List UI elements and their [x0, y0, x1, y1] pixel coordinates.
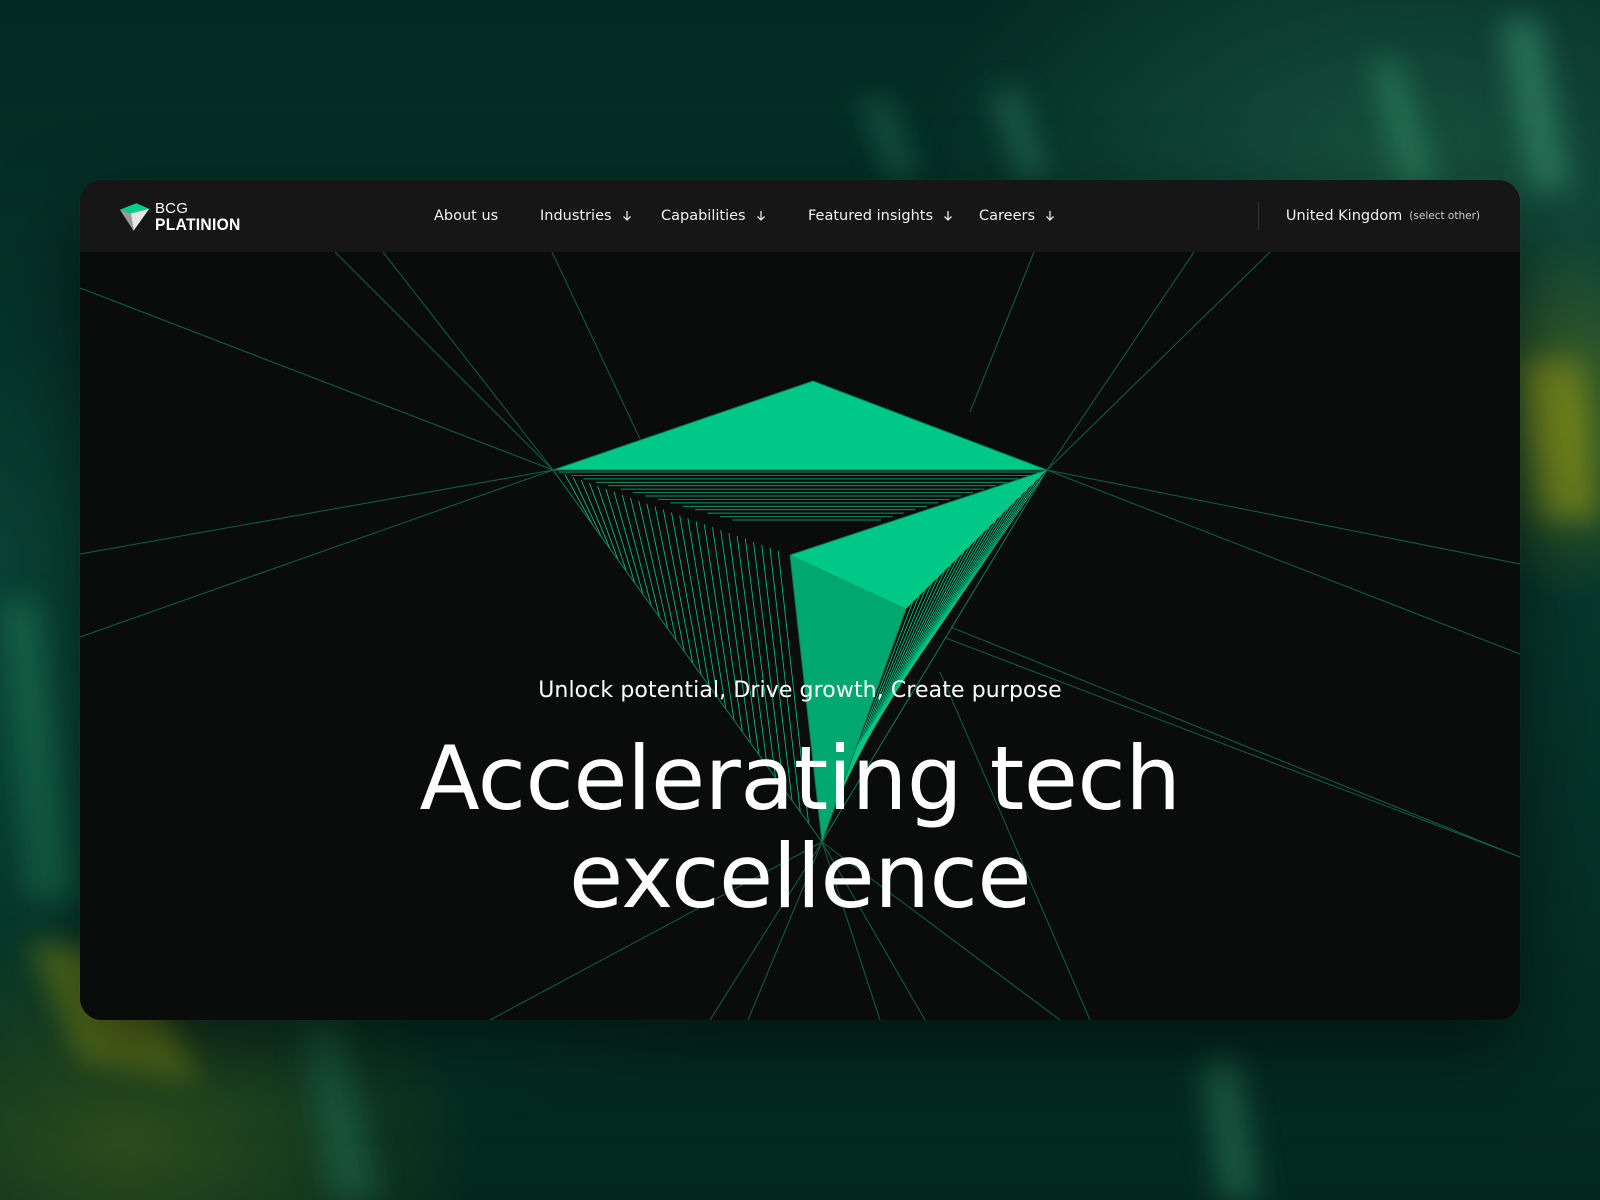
prism-line [334, 252, 554, 471]
arrow-down-icon [1045, 210, 1055, 222]
nav-item-label: Careers [979, 208, 1036, 224]
nav-item-about-us[interactable]: About us [434, 180, 498, 252]
prism-line [1046, 469, 1520, 565]
nav-item-featured-insights[interactable]: Featured insights [808, 180, 953, 252]
hero-title: Accelerating tech excellence [80, 730, 1520, 926]
hero-title-line-1: Accelerating tech [419, 727, 1181, 830]
arrow-down-icon [943, 210, 953, 222]
top-navbar: BCG PLATINION About us Industries Capabi… [80, 180, 1520, 252]
prism-face [553, 381, 1047, 470]
nav-item-label: Capabilities [661, 208, 746, 224]
nav-item-careers[interactable]: Careers [979, 180, 1055, 252]
nav-divider [1258, 202, 1259, 230]
region-name: United Kingdom [1285, 208, 1403, 224]
prism-line [80, 469, 554, 638]
nav-item-industries[interactable]: Industries [540, 180, 632, 252]
hero-subtitle: Unlock potential, Drive growth, Create p… [538, 678, 1062, 703]
nav-item-capabilities[interactable]: Capabilities [661, 180, 766, 252]
nav-item-label: Featured insights [808, 208, 934, 224]
browser-window: BCG PLATINION About us Industries Capabi… [80, 180, 1520, 1020]
hero-section: Unlock potential, Drive growth, Create p… [80, 252, 1520, 1020]
prism-line [80, 469, 554, 555]
hero-title-line-2: excellence [569, 825, 1031, 928]
arrow-down-icon [756, 210, 766, 222]
prism-line [1046, 252, 1271, 471]
nav-item-label: Industries [540, 208, 612, 224]
nav-item-label: About us [434, 208, 499, 224]
region-select-other-link[interactable]: (select other) [1409, 210, 1480, 222]
prism-line [969, 252, 1035, 413]
prism-line [1046, 252, 1195, 471]
prism-line [551, 252, 641, 440]
arrow-down-icon [622, 210, 632, 222]
prism-line [1046, 469, 1520, 655]
region-selector[interactable]: United Kingdom (select other) [1286, 180, 1480, 252]
